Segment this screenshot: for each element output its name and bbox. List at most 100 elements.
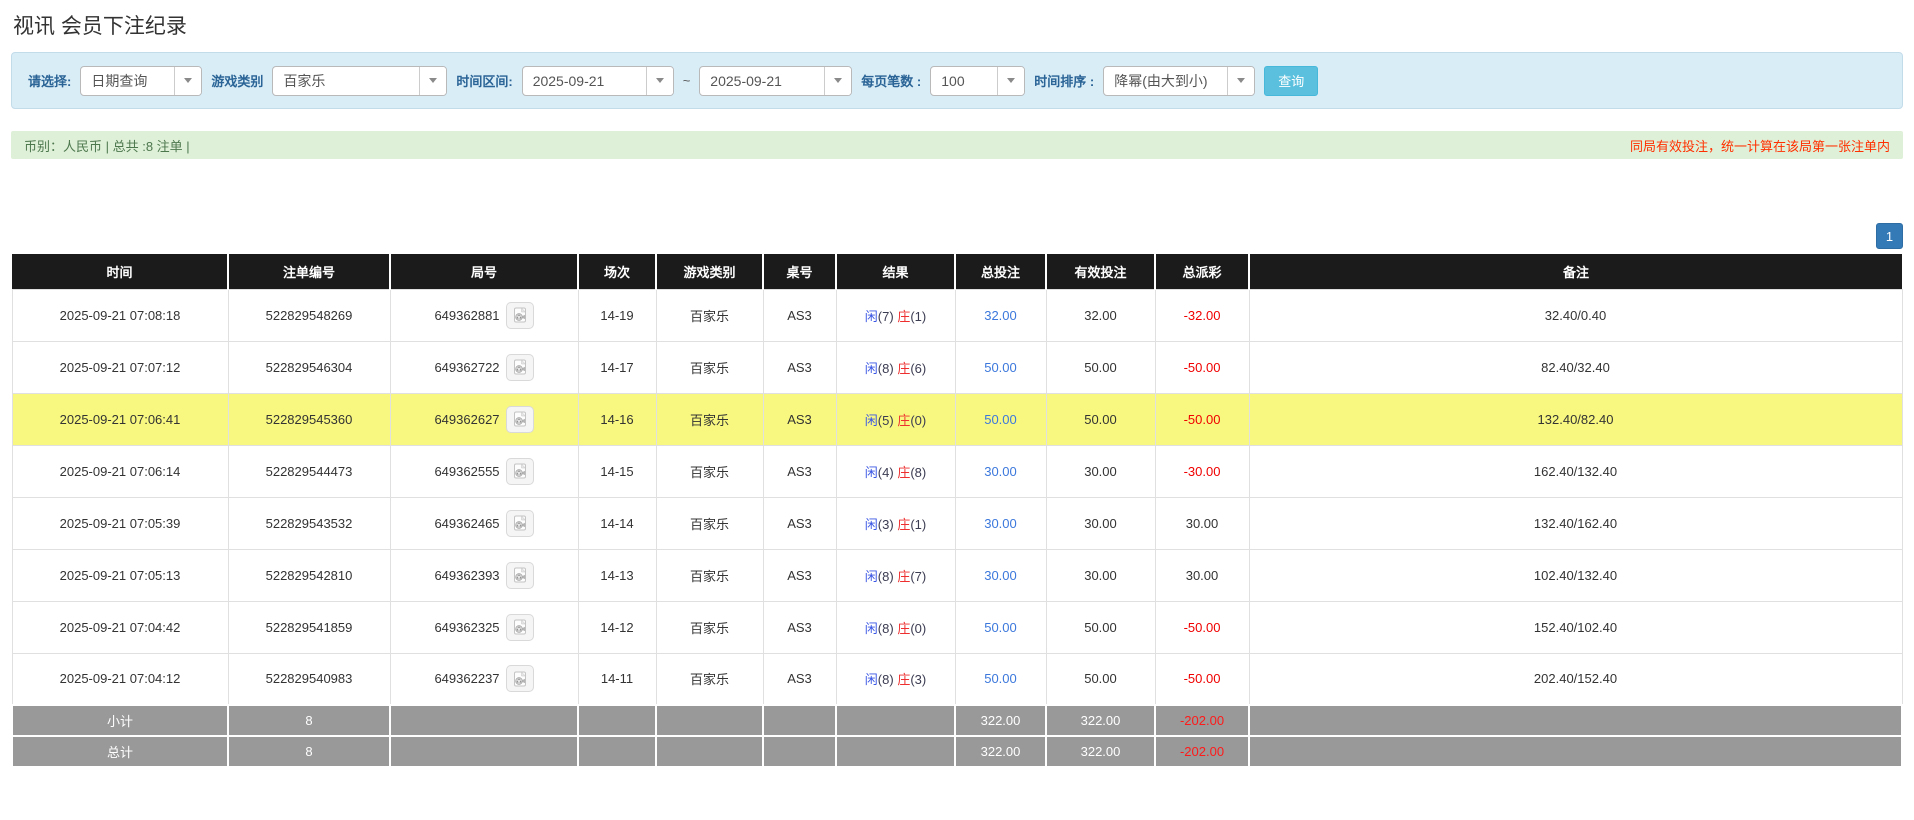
round-number-cell: 649362465 (389, 496, 579, 550)
table-row[interactable]: 2025-09-21 07:06:41 522829545360 649362627… (11, 392, 1903, 446)
page-size-label: 每页笔数 : (861, 74, 922, 89)
select-type-label: 请选择: (28, 74, 72, 89)
footer-payout-cell: -202.00 (1154, 735, 1250, 768)
pagination-page-1[interactable]: 1 (1876, 223, 1903, 249)
column-header-6: 结果 (835, 254, 955, 289)
bet-number-cell: 522829542810 (227, 548, 391, 602)
page-size-select[interactable]: 100 (930, 65, 1026, 96)
remark-cell: 82.40/32.40 (1248, 340, 1903, 394)
round-number: 649362393 (434, 567, 500, 583)
video-replay-button[interactable] (505, 509, 534, 537)
player-result-count: (8) (877, 672, 894, 688)
total-payout-cell: -32.00 (1154, 288, 1250, 342)
banker-result-count: (0) (910, 412, 927, 428)
valid-bet-cell: 50.00 (1045, 652, 1156, 706)
round-number-cell: 649362555 (389, 444, 579, 498)
game-type-cell: 百家乐 (655, 340, 764, 394)
search-button[interactable]: 查询 (1264, 65, 1319, 96)
video-replay-button[interactable] (505, 405, 534, 433)
banker-result-count: (3) (910, 672, 927, 688)
table-row[interactable]: 2025-09-21 07:08:18 522829548269 649362881… (11, 288, 1903, 342)
query-type-value: 日期查询 (91, 72, 148, 89)
valid-bet-note: 同局有效投注，统一计算在该局第一张注单内 (1629, 138, 1890, 154)
game-type-select[interactable]: 百家乐 (272, 65, 448, 96)
valid-bet-cell: 50.00 (1045, 392, 1156, 446)
game-result-cell: 闲(5) 庄(0) (835, 392, 956, 446)
player-result-count: (3) (877, 516, 894, 532)
total-bet-cell[interactable]: 30.00 (954, 548, 1047, 602)
total-payout-cell: 30.00 (1154, 548, 1250, 602)
session-cell: 14-16 (577, 392, 657, 446)
game-type-cell: 百家乐 (655, 288, 764, 342)
bet-number-cell: 522829548269 (227, 288, 391, 342)
table-row[interactable]: 2025-09-21 07:05:39 522829543532 649362465… (11, 496, 1903, 550)
table-row[interactable]: 2025-09-21 07:06:14 522829544473 649362555… (11, 444, 1903, 498)
table-row[interactable]: 2025-09-21 07:07:12 522829546304 649362722… (11, 340, 1903, 394)
round-number: 649362881 (434, 307, 500, 323)
game-result-cell: 闲(7) 庄(1) (835, 288, 956, 342)
video-replay-button[interactable] (505, 561, 534, 589)
total-bet-cell[interactable]: 30.00 (954, 496, 1047, 550)
total-bet-cell[interactable]: 32.00 (954, 288, 1047, 342)
round-number-cell: 649362393 (389, 548, 579, 602)
total-payout-cell: -50.00 (1154, 652, 1250, 706)
valid-bet-cell: 30.00 (1045, 548, 1156, 602)
date-to-select[interactable]: 2025-09-21 (699, 65, 853, 96)
bet-number-cell: 522829544473 (227, 444, 391, 498)
video-replay-button[interactable] (505, 353, 534, 381)
footer-label-cell: 总计 (11, 735, 229, 768)
time-range-label: 时间区间: (456, 74, 513, 89)
sort-order-value: 降幂(由大到小) (1114, 72, 1208, 89)
table-row[interactable]: 2025-09-21 07:04:42 522829541859 649362325… (11, 600, 1903, 654)
total-bet-cell[interactable]: 30.00 (954, 444, 1047, 498)
session-cell: 14-19 (577, 288, 657, 342)
table-row[interactable]: 2025-09-21 07:04:12 522829540983 649362237… (11, 652, 1903, 706)
session-cell: 14-14 (577, 496, 657, 550)
footer-empty-cell (389, 704, 579, 737)
session-cell: 14-12 (577, 600, 657, 654)
video-replay-button[interactable] (505, 665, 534, 693)
footer-valid-bet-cell: 322.00 (1045, 704, 1156, 737)
column-header-2: 局号 (389, 254, 578, 289)
remark-cell: 102.40/132.40 (1248, 548, 1903, 602)
round-number: 649362555 (434, 463, 500, 479)
banker-result-count: (0) (910, 620, 927, 636)
date-from-value: 2025-09-21 (532, 72, 605, 89)
banker-result-label: 庄 (897, 568, 911, 584)
bet-time-cell: 2025-09-21 07:06:14 (11, 444, 229, 498)
bet-number-cell: 522829543532 (227, 496, 391, 550)
video-replay-button[interactable] (505, 301, 534, 329)
currency-total-text: 币别：人民币 | 总共 :8 注单 | (24, 138, 190, 154)
valid-bet-cell: 30.00 (1045, 496, 1156, 550)
column-header-1: 注单编号 (227, 254, 390, 289)
chevron-down-icon (997, 66, 1025, 95)
player-result-count: (8) (877, 360, 894, 376)
video-replay-button[interactable] (505, 613, 534, 641)
footer-empty-cell (835, 704, 956, 737)
total-bet-cell[interactable]: 50.00 (954, 392, 1047, 446)
footer-empty-cell (577, 735, 657, 768)
round-number-cell: 649362237 (389, 652, 579, 706)
total-bet-cell[interactable]: 50.00 (954, 600, 1047, 654)
table-number-cell: AS3 (762, 652, 837, 706)
query-type-select[interactable]: 日期查询 (80, 65, 203, 96)
player-result-count: (5) (877, 412, 894, 428)
column-header-0: 时间 (12, 254, 228, 289)
player-result-label: 闲 (864, 308, 878, 324)
column-header-10: 备注 (1248, 254, 1902, 289)
remark-cell: 152.40/102.40 (1248, 600, 1903, 654)
round-number-cell: 649362881 (389, 288, 579, 342)
player-result-label: 闲 (864, 568, 878, 584)
total-bet-cell[interactable]: 50.00 (954, 652, 1047, 706)
bet-time-cell: 2025-09-21 07:04:42 (11, 600, 229, 654)
total-bet-cell[interactable]: 50.00 (954, 340, 1047, 394)
date-from-select[interactable]: 2025-09-21 (521, 65, 674, 96)
table-row[interactable]: 2025-09-21 07:05:13 522829542810 649362393… (11, 548, 1903, 602)
valid-bet-cell: 50.00 (1045, 340, 1156, 394)
player-result-label: 闲 (864, 516, 878, 532)
chevron-down-icon (645, 66, 673, 95)
video-replay-button[interactable] (505, 457, 534, 485)
sort-order-select[interactable]: 降幂(由大到小) (1103, 65, 1256, 96)
round-number-cell: 649362627 (389, 392, 579, 446)
valid-bet-cell: 30.00 (1045, 444, 1156, 498)
